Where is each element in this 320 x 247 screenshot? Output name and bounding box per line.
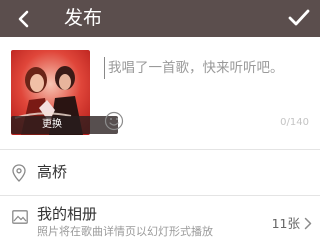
album-subtitle: 照片将在歌曲详情页以幻灯形式播放	[37, 225, 213, 238]
album-row[interactable]: 我的相册 照片将在歌曲详情页以幻灯形式播放 11张	[0, 196, 320, 247]
image-icon	[12, 210, 28, 224]
chevron-right-icon	[304, 217, 312, 230]
char-counter: 0/140	[280, 117, 309, 128]
emoji-icon[interactable]	[104, 111, 124, 131]
top-bar: 发布	[0, 0, 320, 37]
location-row[interactable]: 高桥	[0, 150, 320, 194]
location-pin-icon	[12, 164, 26, 182]
album-title: 我的相册	[37, 205, 98, 223]
change-cover-label: 更换	[42, 119, 62, 130]
page-title: 发布	[64, 7, 103, 29]
publish-check-icon[interactable]	[288, 8, 310, 28]
location-label: 高桥	[37, 163, 68, 181]
change-cover-button[interactable]: 更换	[11, 116, 118, 134]
photo-count: 11张	[271, 216, 300, 231]
caption-input[interactable]	[104, 57, 313, 79]
back-arrow-icon[interactable]	[16, 10, 32, 28]
